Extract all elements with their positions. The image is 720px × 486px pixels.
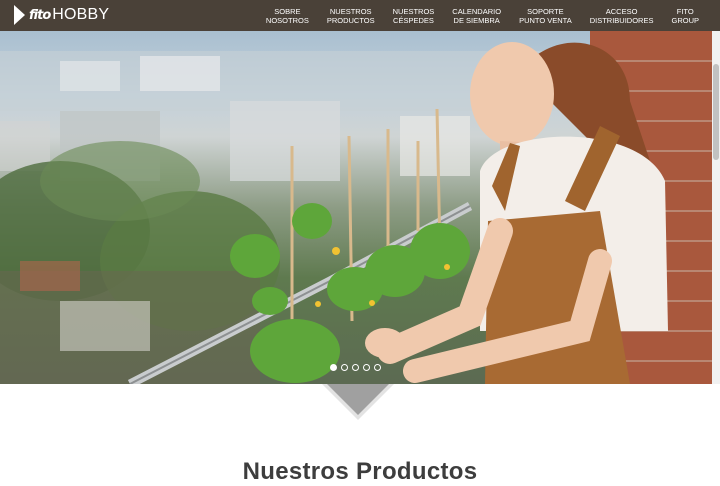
scroll-down-chevron-icon[interactable] <box>327 384 389 415</box>
top-navigation-bar: fito HOBBY SOBRE NOSOTROS NUESTROS PRODUCT… <box>0 0 720 31</box>
main-menu: SOBRE NOSOTROS NUESTROS PRODUCTOS NUESTROS… <box>257 0 708 31</box>
nav-acceso-distribuidores[interactable]: ACCESO DISTRIBUIDORES <box>581 7 663 25</box>
nav-nuestros-cespedes[interactable]: NUESTROS CÉSPEDES <box>384 7 444 25</box>
nav-fito-group[interactable]: FITO GROUP <box>662 7 708 25</box>
carousel-dot-2[interactable] <box>341 364 348 371</box>
logo-play-icon <box>14 5 25 25</box>
page-scrollbar[interactable] <box>712 31 720 384</box>
carousel-dot-5[interactable] <box>374 364 381 371</box>
nav-sobre-nosotros[interactable]: SOBRE NOSOTROS <box>257 7 318 25</box>
nav-nuestros-productos[interactable]: NUESTROS PRODUCTOS <box>318 7 384 25</box>
carousel-dot-4[interactable] <box>363 364 370 371</box>
fito-hobby-logo[interactable]: fito HOBBY <box>14 5 109 25</box>
carousel-dot-3[interactable] <box>352 364 359 371</box>
hero-carousel-slide <box>0 31 712 384</box>
carousel-pagination <box>330 364 381 371</box>
nav-calendario-de-siembra[interactable]: CALENDARIO DE SIEMBRA <box>443 7 510 25</box>
hero-photo-woman-gardening <box>0 31 712 384</box>
logo-name: HOBBY <box>52 6 110 23</box>
logo-mark: fito <box>29 7 51 23</box>
nav-soporte-punto-venta[interactable]: SOPORTE PUNTO VENTA <box>510 7 581 25</box>
carousel-dot-1[interactable] <box>330 364 337 371</box>
section-title: Nuestros Productos <box>242 457 478 485</box>
scrollbar-thumb[interactable] <box>713 64 719 160</box>
